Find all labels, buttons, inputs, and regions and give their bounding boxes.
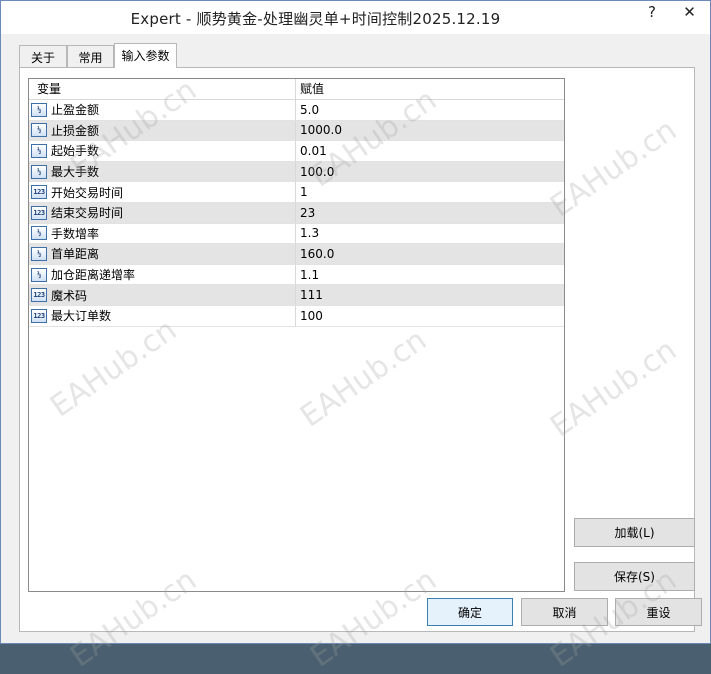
integer-icon: 123 (31, 308, 47, 323)
variable-name: 魔术码 (51, 288, 88, 303)
column-header-value[interactable]: 赋值 (296, 79, 564, 99)
value-cell[interactable]: 1.3 (296, 224, 564, 244)
integer-icon: 123 (31, 185, 47, 200)
double-icon: ½ (31, 267, 47, 282)
window-title: Expert - 顺势黄金-处理幽灵单+时间控制2025.12.19 (130, 10, 501, 28)
variable-name: 最大订单数 (51, 309, 112, 324)
table-row[interactable]: 123 结束交易时间 23 (29, 202, 564, 224)
column-header-variable[interactable]: 变量 (29, 79, 296, 99)
variable-name: 止损金额 (51, 123, 100, 138)
table-row[interactable]: ½ 加仓距离递增率 1.1 (29, 264, 564, 286)
ok-button[interactable]: 确定 (427, 598, 513, 626)
value-cell[interactable]: 1000.0 (296, 121, 564, 141)
tab-about[interactable]: 关于 (19, 45, 67, 67)
value-cell[interactable]: 1.1 (296, 265, 564, 285)
value-cell[interactable]: 23 (296, 203, 564, 223)
table-row[interactable]: 123 最大订单数 100 (29, 305, 564, 327)
variable-cell[interactable]: ½ 加仓距离递增率 (29, 264, 296, 285)
variable-name: 结束交易时间 (51, 206, 124, 221)
grid-header: 变量 赋值 (29, 79, 564, 100)
title-bar[interactable]: Expert - 顺势黄金-处理幽灵单+时间控制2025.12.19 ? ✕ (1, 1, 710, 34)
variable-cell[interactable]: 123 开始交易时间 (29, 182, 296, 202)
table-row[interactable]: ½ 起始手数 0.01 (29, 141, 564, 162)
double-icon: ½ (31, 226, 47, 241)
variable-cell[interactable]: ½ 最大手数 (29, 161, 296, 182)
double-icon: ½ (31, 164, 47, 179)
value-cell[interactable]: 5.0 (296, 100, 564, 120)
variable-cell[interactable]: ½ 起始手数 (29, 141, 296, 161)
help-button[interactable]: ? (637, 1, 667, 23)
value-cell[interactable]: 160.0 (296, 244, 564, 264)
variable-cell[interactable]: 123 结束交易时间 (29, 202, 296, 223)
variable-cell[interactable]: ½ 首单距离 (29, 244, 296, 264)
variable-name: 最大手数 (51, 165, 100, 180)
save-button[interactable]: 保存(S) (574, 562, 695, 591)
value-cell[interactable]: 111 (296, 285, 564, 305)
value-cell[interactable]: 1 (296, 182, 564, 202)
double-icon: ½ (31, 246, 47, 261)
integer-icon: 123 (31, 205, 47, 220)
tab-common[interactable]: 常用 (67, 45, 114, 67)
help-icon: ? (648, 3, 656, 21)
parameters-grid[interactable]: 变量 赋值 ½ 止盈金额 5.0 ½ 止损金额 1000.0 ½ 起始手数 0.01 ½ 最大手数 1… (28, 78, 565, 592)
variable-name: 开始交易时间 (51, 185, 124, 200)
close-button[interactable]: ✕ (669, 1, 710, 23)
table-row[interactable]: 123 开始交易时间 1 (29, 182, 564, 203)
grid-rows: ½ 止盈金额 5.0 ½ 止损金额 1000.0 ½ 起始手数 0.01 ½ 最大手数 100.0 12… (29, 100, 564, 327)
variable-cell[interactable]: ½ 手数增率 (29, 223, 296, 244)
value-cell[interactable]: 100 (296, 306, 564, 326)
tab-inputs[interactable]: 输入参数 (114, 43, 177, 68)
variable-cell[interactable]: 123 魔术码 (29, 285, 296, 305)
table-row[interactable]: ½ 首单距离 160.0 (29, 244, 564, 265)
variable-cell[interactable]: 123 最大订单数 (29, 305, 296, 326)
variable-cell[interactable]: ½ 止盈金额 (29, 100, 296, 120)
double-icon: ½ (31, 123, 47, 138)
variable-name: 手数增率 (51, 226, 100, 241)
variable-name: 加仓距离递增率 (51, 268, 136, 283)
variable-cell[interactable]: ½ 止损金额 (29, 120, 296, 141)
table-row[interactable]: ½ 最大手数 100.0 (29, 161, 564, 183)
table-row[interactable]: 123 魔术码 111 (29, 285, 564, 306)
double-icon: ½ (31, 143, 47, 158)
variable-name: 止盈金额 (51, 103, 100, 118)
load-button[interactable]: 加载(L) (574, 518, 695, 547)
close-icon: ✕ (683, 3, 696, 21)
cancel-button[interactable]: 取消 (521, 598, 608, 626)
value-cell[interactable]: 0.01 (296, 141, 564, 161)
variable-name: 首单距离 (51, 247, 100, 262)
expert-dialog: Expert - 顺势黄金-处理幽灵单+时间控制2025.12.19 ? ✕ 关… (0, 0, 711, 674)
reset-button[interactable]: 重设 (615, 598, 702, 626)
table-row[interactable]: ½ 手数增率 1.3 (29, 223, 564, 245)
table-row[interactable]: ½ 止损金额 1000.0 (29, 120, 564, 142)
variable-name: 起始手数 (51, 144, 100, 159)
table-row[interactable]: ½ 止盈金额 5.0 (29, 100, 564, 121)
double-icon: ½ (31, 102, 47, 117)
integer-icon: 123 (31, 288, 47, 303)
value-cell[interactable]: 100.0 (296, 162, 564, 182)
